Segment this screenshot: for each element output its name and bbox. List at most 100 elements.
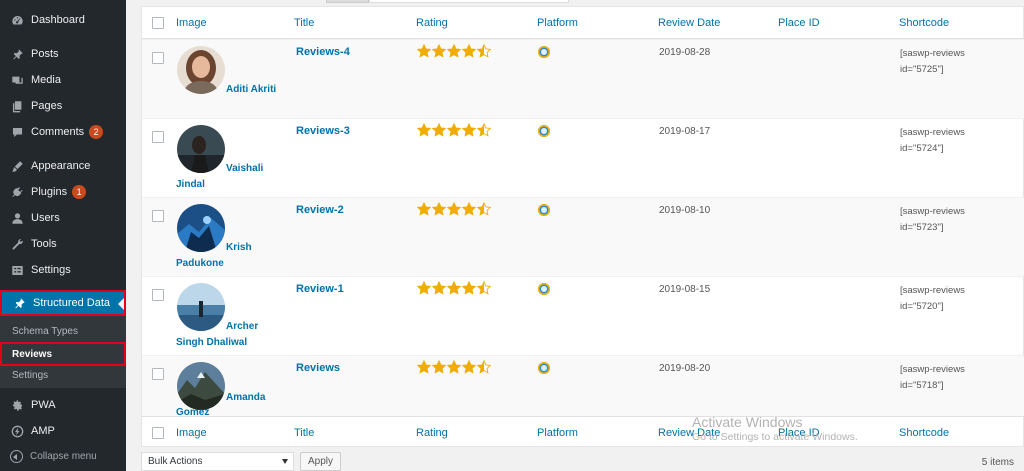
dashboard-icon [10,13,24,27]
column-shortcode[interactable]: Shortcode [899,17,949,29]
menu-pages[interactable]: Pages [0,93,126,119]
collapse-menu-button[interactable]: Collapse menu [0,445,126,467]
comment-icon [10,125,24,139]
filter-button[interactable] [326,0,369,3]
reviewer-name[interactable]: Krish [226,240,252,256]
shortcode: [saswp-reviews id="5718"] [900,364,965,391]
column-place-id[interactable]: Place ID [778,17,820,29]
select-all-checkbox[interactable] [152,17,164,29]
column-title[interactable]: Title [294,427,314,439]
column-review-date[interactable]: Review Date [658,17,720,29]
column-title[interactable]: Title [294,17,314,29]
review-title-link[interactable]: Review-1 [296,283,344,295]
reviewer-name[interactable]: Aditi Akriti [226,82,276,98]
menu-label: AMP [31,425,55,437]
menu-amp[interactable]: AMP [0,418,126,444]
table-header: Image Title Rating Platform Review Date … [142,7,1024,39]
menu-media[interactable]: Media [0,67,126,93]
review-title-link[interactable]: Reviews [296,362,340,374]
row-checkbox[interactable] [152,131,164,143]
menu-plugins[interactable]: Plugins 1 [0,179,126,205]
star-half-icon [477,123,491,137]
row-checkbox[interactable] [152,52,164,64]
menu-label: Pages [31,100,63,112]
star-full-icon [432,360,446,374]
menu-users[interactable]: Users [0,205,126,231]
reviewer-name-cont[interactable]: Jindal [176,177,205,193]
reviewer-avatar [177,362,225,410]
reviewer-name-cont[interactable]: Padukone [176,256,224,272]
star-full-icon [447,202,461,216]
column-shortcode[interactable]: Shortcode [899,427,949,439]
menu-settings[interactable]: Settings [0,257,126,283]
menu-label: Posts [31,48,59,60]
reviewer-name-cont[interactable]: Singh Dhaliwal [176,335,247,351]
bulk-actions-select[interactable]: Bulk Actions [141,452,294,471]
column-rating[interactable]: Rating [416,17,448,29]
reviewer-avatar [177,125,225,173]
menu-label: Comments [31,126,85,138]
menu-pwa[interactable]: PWA [0,392,126,418]
review-title-link[interactable]: Review-2 [296,204,344,216]
reviewer-name[interactable]: Archer [226,319,258,335]
star-full-icon [417,360,431,374]
menu-appearance[interactable]: Appearance [0,153,126,179]
star-half-icon [477,281,491,295]
review-date: 2019-08-17 [659,126,711,137]
menu-comments[interactable]: Comments 2 [0,119,126,145]
star-rating [417,123,492,137]
row-checkbox[interactable] [152,289,164,301]
shortcode: [saswp-reviews id="5725"] [900,48,965,75]
top-filter-strip [141,0,1024,4]
menu-dashboard[interactable]: Dashboard [0,7,126,33]
menu-posts[interactable]: Posts [0,41,126,67]
menu-tools[interactable]: Tools [0,231,126,257]
review-title-link[interactable]: Reviews-4 [296,46,350,58]
column-platform[interactable]: Platform [537,17,578,29]
pages-icon [10,99,24,113]
star-rating [417,202,492,216]
shortcode: [saswp-reviews id="5724"] [900,127,965,154]
column-image[interactable]: Image [176,17,207,29]
star-full-icon [432,44,446,58]
platform-icon [538,125,550,137]
wrench-icon [10,237,24,251]
star-half-icon [477,44,491,58]
column-platform[interactable]: Platform [537,427,578,439]
menu-label: Structured Data [33,297,111,309]
table-row: Aditi Akriti Reviews-4 2019-08-28 [saswp… [142,39,1024,118]
submenu-reviews[interactable]: Reviews [0,342,126,366]
reviewer-name[interactable]: Vaishali [226,161,263,177]
row-checkbox[interactable] [152,210,164,222]
star-full-icon [417,281,431,295]
star-half-icon [477,360,491,374]
main-content: Image Title Rating Platform Review Date … [126,0,1024,471]
review-title-link[interactable]: Reviews-3 [296,125,350,137]
submenu-schema-types[interactable]: Schema Types [0,320,126,342]
bolt-icon [10,424,24,438]
reviewer-avatar [177,283,225,331]
structured-data-submenu: Schema Types Reviews Settings [0,316,126,388]
star-rating [417,281,492,295]
menu-label: Settings [31,264,71,276]
reviewer-name[interactable]: Amanda [226,390,265,406]
brush-icon [10,159,24,173]
column-rating[interactable]: Rating [416,427,448,439]
table-row: Archer Singh Dhaliwal Review-1 2019-08-1… [142,276,1024,355]
column-image[interactable]: Image [176,427,207,439]
star-rating [417,360,492,374]
star-full-icon [462,202,476,216]
select-all-checkbox-footer[interactable] [152,427,164,439]
star-full-icon [462,281,476,295]
submenu-settings[interactable]: Settings [0,364,126,386]
menu-structured-data[interactable]: Structured Data [0,290,126,316]
table-row: Krish Padukone Review-2 2019-08-10 [sasw… [142,197,1024,276]
apply-button[interactable]: Apply [300,452,341,471]
star-rating [417,44,492,58]
reviewer-avatar [177,204,225,252]
row-checkbox[interactable] [152,368,164,380]
search-box[interactable] [369,0,569,3]
star-full-icon [462,123,476,137]
plugins-update-badge: 1 [72,185,87,199]
activate-windows-watermark: Activate Windows Go to Settings to activ… [692,414,858,443]
